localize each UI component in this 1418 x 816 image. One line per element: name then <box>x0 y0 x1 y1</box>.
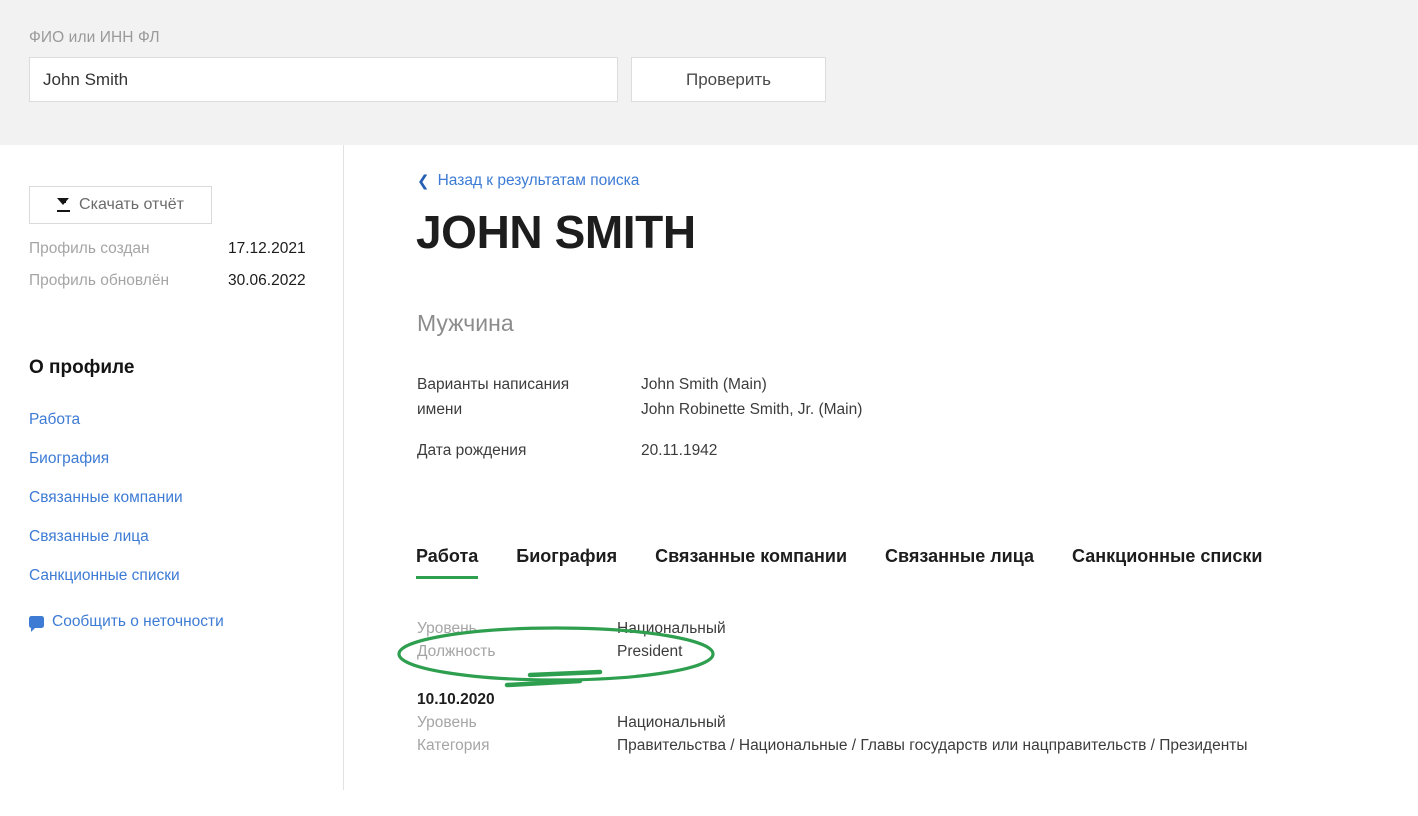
job-level-value: Национальный <box>617 620 726 637</box>
download-report-label: Скачать отчёт <box>79 196 184 213</box>
search-header: ФИО или ИНН ФЛ Проверить <box>0 0 1418 145</box>
job-position-row: Должность President <box>417 640 1377 663</box>
fact-value: 20.11.1942 <box>641 438 1377 463</box>
sidebar: Скачать отчёт Профиль создан 17.12.2021 … <box>0 145 343 790</box>
job-history-level-row: Уровень Национальный <box>417 711 1377 734</box>
job-history-level-label: Уровень <box>417 714 477 731</box>
tab-biography[interactable]: Биография <box>516 546 617 579</box>
job-history-date: 10.10.2020 <box>417 691 495 708</box>
report-inaccuracy-label: Сообщить о неточности <box>52 613 224 630</box>
sidebar-item-work[interactable]: Работа <box>29 411 80 429</box>
job-history-category-value: Правительства / Национальные / Главы гос… <box>617 737 1248 754</box>
birth-date-value: 20.11.1942 <box>641 442 718 459</box>
search-input[interactable] <box>29 57 618 102</box>
fact-label: Варианты написания имени <box>417 376 570 418</box>
chat-bubble-icon <box>29 616 44 632</box>
back-to-results-link[interactable]: ❮ Назад к результатам поиска <box>417 172 639 190</box>
tab-companies[interactable]: Связанные компании <box>655 546 847 579</box>
job-history-category-row: Категория Правительства / Национальные /… <box>417 734 1377 757</box>
sidebar-item-companies[interactable]: Связанные компании <box>29 489 183 507</box>
download-report-button[interactable]: Скачать отчёт <box>29 186 212 224</box>
sidebar-item-biography[interactable]: Биография <box>29 450 109 468</box>
main-panel: ❮ Назад к результатам поиска JOHN SMITH … <box>343 145 1418 816</box>
job-position-value: President <box>617 643 683 660</box>
content-area: Скачать отчёт Профиль создан 17.12.2021 … <box>0 145 1418 816</box>
tab-persons[interactable]: Связанные лица <box>885 546 1034 579</box>
fact-label: Дата рождения <box>417 442 527 459</box>
job-level-row: Уровень Национальный <box>417 617 1377 640</box>
search-label: ФИО или ИНН ФЛ <box>29 29 160 46</box>
sidebar-item-persons[interactable]: Связанные лица <box>29 528 149 546</box>
page-title: JOHN SMITH <box>416 206 696 258</box>
section-tabs: Работа Биография Связанные компании Связ… <box>416 546 1262 579</box>
profile-updated-row: Профиль обновлён 30.06.2022 <box>29 272 319 290</box>
person-facts: Варианты написания имени John Smith (Mai… <box>417 372 1377 479</box>
download-icon <box>57 198 71 212</box>
fact-birth-date: Дата рождения 20.11.1942 <box>417 438 1377 463</box>
name-variant-2: John Robinette Smith, Jr. (Main) <box>641 401 863 418</box>
job-history-level-value: Национальный <box>617 714 726 731</box>
check-button[interactable]: Проверить <box>631 57 826 102</box>
person-gender: Мужчина <box>417 310 514 336</box>
back-to-results-label: Назад к результатам поиска <box>437 172 640 189</box>
sidebar-item-sanctions[interactable]: Санкционные списки <box>29 567 180 585</box>
fact-value: John Smith (Main) John Robinette Smith, … <box>641 372 1377 422</box>
about-profile-heading: О профиле <box>29 357 135 378</box>
profile-created-label: Профиль создан <box>29 240 150 257</box>
job-position-label: Должность <box>417 643 496 660</box>
profile-updated-value: 30.06.2022 <box>228 272 306 289</box>
report-inaccuracy-link[interactable]: Сообщить о неточности <box>29 613 224 632</box>
chevron-left-icon: ❮ <box>417 172 430 190</box>
tab-work[interactable]: Работа <box>416 546 479 579</box>
work-section: Уровень Национальный Должность President… <box>417 617 1377 757</box>
job-history-category-label: Категория <box>417 737 490 754</box>
tab-sanctions[interactable]: Санкционные списки <box>1072 546 1262 579</box>
profile-created-value: 17.12.2021 <box>228 240 306 257</box>
profile-updated-label: Профиль обновлён <box>29 272 169 289</box>
fact-name-variants: Варианты написания имени John Smith (Mai… <box>417 372 1377 422</box>
name-variant-1: John Smith (Main) <box>641 376 767 393</box>
job-level-label: Уровень <box>417 620 477 637</box>
profile-created-row: Профиль создан 17.12.2021 <box>29 240 319 258</box>
